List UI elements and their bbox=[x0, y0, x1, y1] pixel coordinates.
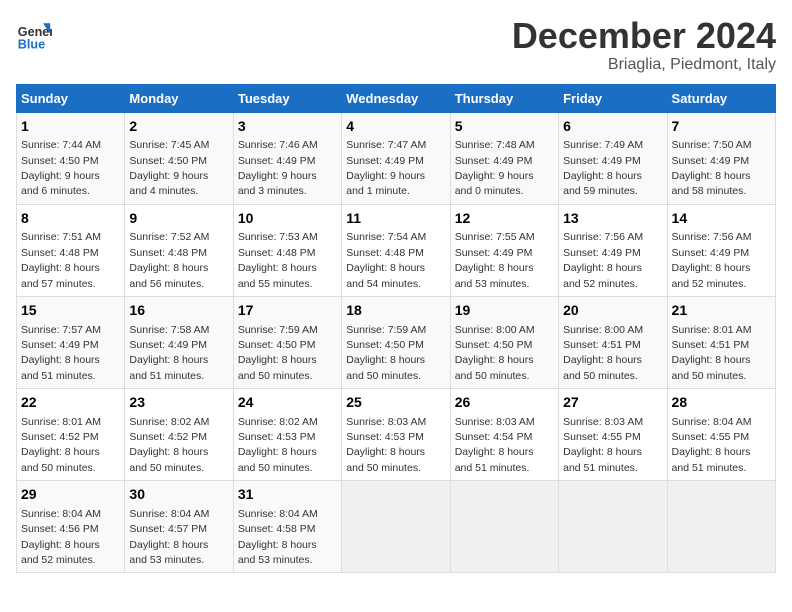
calendar-week-1: 1Sunrise: 7:44 AMSunset: 4:50 PMDaylight… bbox=[17, 112, 776, 204]
calendar-week-4: 22Sunrise: 8:01 AMSunset: 4:52 PMDayligh… bbox=[17, 389, 776, 481]
calendar-cell-31: 31Sunrise: 8:04 AMSunset: 4:58 PMDayligh… bbox=[233, 481, 341, 573]
calendar-cell-2: 2Sunrise: 7:45 AMSunset: 4:50 PMDaylight… bbox=[125, 112, 233, 204]
calendar-cell-8: 8Sunrise: 7:51 AMSunset: 4:48 PMDaylight… bbox=[17, 204, 125, 296]
calendar-cell-4: 4Sunrise: 7:47 AMSunset: 4:49 PMDaylight… bbox=[342, 112, 450, 204]
calendar-cell-5: 5Sunrise: 7:48 AMSunset: 4:49 PMDaylight… bbox=[450, 112, 558, 204]
calendar-cell-19: 19Sunrise: 8:00 AMSunset: 4:50 PMDayligh… bbox=[450, 296, 558, 388]
calendar-cell-7: 7Sunrise: 7:50 AMSunset: 4:49 PMDaylight… bbox=[667, 112, 775, 204]
location-subtitle: Briaglia, Piedmont, Italy bbox=[512, 56, 776, 74]
calendar-cell-18: 18Sunrise: 7:59 AMSunset: 4:50 PMDayligh… bbox=[342, 296, 450, 388]
header-day-wednesday: Wednesday bbox=[342, 84, 450, 112]
calendar-cell-24: 24Sunrise: 8:02 AMSunset: 4:53 PMDayligh… bbox=[233, 389, 341, 481]
calendar-cell-empty bbox=[342, 481, 450, 573]
calendar-cell-28: 28Sunrise: 8:04 AMSunset: 4:55 PMDayligh… bbox=[667, 389, 775, 481]
calendar-week-5: 29Sunrise: 8:04 AMSunset: 4:56 PMDayligh… bbox=[17, 481, 776, 573]
calendar-cell-29: 29Sunrise: 8:04 AMSunset: 4:56 PMDayligh… bbox=[17, 481, 125, 573]
calendar-cell-25: 25Sunrise: 8:03 AMSunset: 4:53 PMDayligh… bbox=[342, 389, 450, 481]
calendar-cell-empty bbox=[667, 481, 775, 573]
calendar-week-2: 8Sunrise: 7:51 AMSunset: 4:48 PMDaylight… bbox=[17, 204, 776, 296]
svg-text:Blue: Blue bbox=[18, 37, 45, 51]
calendar-cell-15: 15Sunrise: 7:57 AMSunset: 4:49 PMDayligh… bbox=[17, 296, 125, 388]
header-row: SundayMondayTuesdayWednesdayThursdayFrid… bbox=[17, 84, 776, 112]
calendar-cell-13: 13Sunrise: 7:56 AMSunset: 4:49 PMDayligh… bbox=[559, 204, 667, 296]
calendar-header: SundayMondayTuesdayWednesdayThursdayFrid… bbox=[17, 84, 776, 112]
logo: General Blue bbox=[16, 16, 52, 52]
header-day-sunday: Sunday bbox=[17, 84, 125, 112]
calendar-body: 1Sunrise: 7:44 AMSunset: 4:50 PMDaylight… bbox=[17, 112, 776, 573]
calendar-cell-14: 14Sunrise: 7:56 AMSunset: 4:49 PMDayligh… bbox=[667, 204, 775, 296]
calendar-cell-11: 11Sunrise: 7:54 AMSunset: 4:48 PMDayligh… bbox=[342, 204, 450, 296]
calendar-cell-27: 27Sunrise: 8:03 AMSunset: 4:55 PMDayligh… bbox=[559, 389, 667, 481]
calendar-cell-22: 22Sunrise: 8:01 AMSunset: 4:52 PMDayligh… bbox=[17, 389, 125, 481]
header-day-thursday: Thursday bbox=[450, 84, 558, 112]
calendar-cell-30: 30Sunrise: 8:04 AMSunset: 4:57 PMDayligh… bbox=[125, 481, 233, 573]
calendar-week-3: 15Sunrise: 7:57 AMSunset: 4:49 PMDayligh… bbox=[17, 296, 776, 388]
calendar-cell-3: 3Sunrise: 7:46 AMSunset: 4:49 PMDaylight… bbox=[233, 112, 341, 204]
calendar-cell-empty bbox=[450, 481, 558, 573]
header-day-tuesday: Tuesday bbox=[233, 84, 341, 112]
calendar-cell-1: 1Sunrise: 7:44 AMSunset: 4:50 PMDaylight… bbox=[17, 112, 125, 204]
calendar-cell-6: 6Sunrise: 7:49 AMSunset: 4:49 PMDaylight… bbox=[559, 112, 667, 204]
calendar-cell-12: 12Sunrise: 7:55 AMSunset: 4:49 PMDayligh… bbox=[450, 204, 558, 296]
header-day-saturday: Saturday bbox=[667, 84, 775, 112]
calendar-cell-26: 26Sunrise: 8:03 AMSunset: 4:54 PMDayligh… bbox=[450, 389, 558, 481]
calendar-cell-9: 9Sunrise: 7:52 AMSunset: 4:48 PMDaylight… bbox=[125, 204, 233, 296]
calendar-cell-20: 20Sunrise: 8:00 AMSunset: 4:51 PMDayligh… bbox=[559, 296, 667, 388]
logo-icon: General Blue bbox=[16, 16, 52, 52]
header: General Blue December 2024 Briaglia, Pie… bbox=[16, 16, 776, 74]
month-title: December 2024 bbox=[512, 16, 776, 56]
calendar-cell-17: 17Sunrise: 7:59 AMSunset: 4:50 PMDayligh… bbox=[233, 296, 341, 388]
calendar-cell-10: 10Sunrise: 7:53 AMSunset: 4:48 PMDayligh… bbox=[233, 204, 341, 296]
header-day-monday: Monday bbox=[125, 84, 233, 112]
header-day-friday: Friday bbox=[559, 84, 667, 112]
calendar-cell-empty bbox=[559, 481, 667, 573]
calendar-cell-16: 16Sunrise: 7:58 AMSunset: 4:49 PMDayligh… bbox=[125, 296, 233, 388]
calendar-table: SundayMondayTuesdayWednesdayThursdayFrid… bbox=[16, 84, 776, 574]
title-area: December 2024 Briaglia, Piedmont, Italy bbox=[512, 16, 776, 74]
calendar-cell-21: 21Sunrise: 8:01 AMSunset: 4:51 PMDayligh… bbox=[667, 296, 775, 388]
calendar-cell-23: 23Sunrise: 8:02 AMSunset: 4:52 PMDayligh… bbox=[125, 389, 233, 481]
